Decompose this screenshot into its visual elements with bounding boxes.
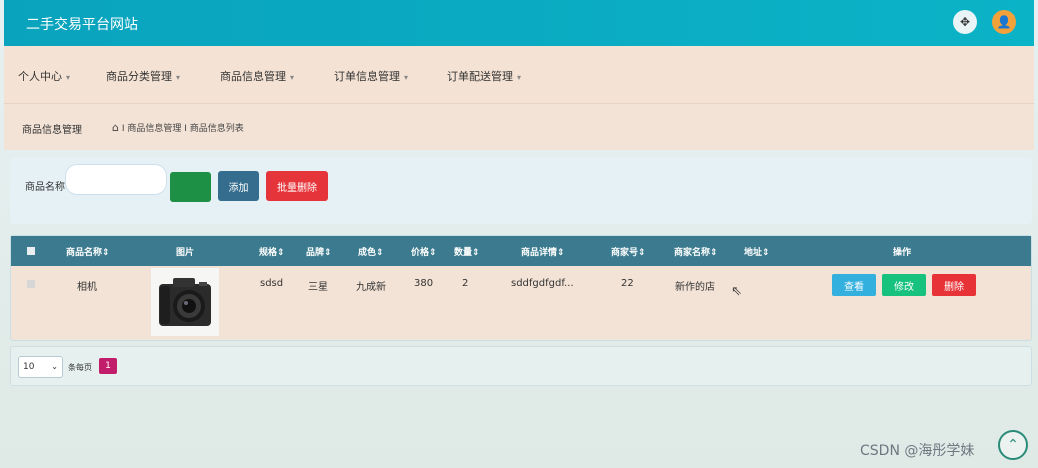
nav-item-delivery-management[interactable]: 订单配送管理 ▾: [447, 68, 521, 84]
nav-item-product-management[interactable]: 商品信息管理 ▾: [220, 68, 294, 84]
pagination: 10 ⌄ 条每页 1: [10, 346, 1032, 386]
nav-label: 订单信息管理: [334, 70, 400, 83]
column-header[interactable]: 规格⇕: [259, 245, 285, 258]
cell-spec: sdsd: [260, 278, 284, 289]
main-nav: 个人中心 ▾ 商品分类管理 ▾ 商品信息管理 ▾ 订单信息管理 ▾ 订单配送管理 ▾: [4, 46, 1034, 104]
nav-item-order-management[interactable]: 订单信息管理 ▾: [334, 68, 408, 84]
page-size-value: 10: [23, 362, 35, 372]
nav-item-category-management[interactable]: 商品分类管理 ▾: [106, 68, 180, 84]
column-header[interactable]: 成色⇕: [358, 245, 384, 258]
nav-label: 商品信息管理: [220, 70, 286, 83]
caret-down-icon: ▾: [404, 73, 409, 82]
per-page-label: 条每页: [68, 363, 92, 372]
edit-button[interactable]: 修改: [882, 274, 926, 296]
cell-price: 380: [414, 278, 434, 289]
column-header[interactable]: 商家号⇕: [611, 245, 646, 258]
cell-brand: 三星: [308, 282, 328, 293]
cell-detail: sddfgdfgdf...: [511, 278, 574, 289]
nav-label: 商品分类管理: [106, 70, 172, 83]
column-header: 图片: [176, 248, 195, 258]
page-number-current[interactable]: 1: [99, 358, 117, 374]
cell-name: 相机: [77, 282, 97, 293]
page-size-select[interactable]: 10 ⌄: [18, 356, 63, 378]
view-button[interactable]: 查看: [832, 274, 876, 296]
column-header[interactable]: 地址⇕: [744, 245, 770, 258]
breadcrumb-bar: 商品信息管理 ⌂ I 商品信息管理 I 商品信息列表: [4, 104, 1034, 150]
cell-quantity: 2: [462, 278, 469, 289]
caret-down-icon: ▾: [290, 73, 295, 82]
cell-merchant-no: 22: [621, 278, 634, 289]
delete-button[interactable]: 删除: [932, 274, 976, 296]
top-header: 二手交易平台网站 ✥ 👤: [4, 0, 1034, 46]
mouse-cursor-icon: ⇖: [731, 284, 742, 299]
chevron-down-icon: ⌄: [51, 362, 58, 371]
home-icon[interactable]: ⌂: [112, 121, 119, 134]
column-header[interactable]: 品牌⇕: [306, 245, 332, 258]
watermark: CSDN @海彤学妹: [860, 443, 975, 459]
breadcrumb: ⌂ I 商品信息管理 I 商品信息列表: [112, 121, 244, 134]
search-input[interactable]: [65, 164, 167, 195]
search-panel: 商品名称 查询 添加 批量删除: [10, 158, 1032, 224]
column-header[interactable]: 价格⇕: [411, 245, 437, 258]
select-all-checkbox[interactable]: [27, 247, 35, 255]
user-avatar-icon[interactable]: 👤: [992, 10, 1016, 34]
nav-item-personal-center[interactable]: 个人中心 ▾: [18, 68, 70, 84]
column-header[interactable]: 数量⇕: [454, 245, 480, 258]
product-table: 商品名称⇕ 图片 规格⇕ 品牌⇕ 成色⇕ 价格⇕ 数量⇕ 商品详情⇕ 商家号⇕ …: [10, 235, 1032, 341]
caret-down-icon: ▾: [176, 73, 181, 82]
search-button[interactable]: 查询: [170, 172, 211, 202]
scroll-to-top-button[interactable]: ⌃: [998, 430, 1028, 460]
batch-delete-button[interactable]: 批量删除: [266, 171, 328, 201]
column-header[interactable]: 商家名称⇕: [674, 245, 718, 258]
breadcrumb-path[interactable]: I 商品信息管理 I 商品信息列表: [122, 124, 244, 134]
search-label: 商品名称: [25, 182, 65, 193]
camera-icon: [159, 278, 211, 326]
column-header[interactable]: 商品详情⇕: [521, 245, 565, 258]
cell-merchant-name: 新作的店: [675, 282, 715, 293]
column-header: 操作: [893, 248, 912, 258]
table-header: 商品名称⇕ 图片 规格⇕ 品牌⇕ 成色⇕ 价格⇕ 数量⇕ 商品详情⇕ 商家号⇕ …: [11, 236, 1031, 266]
column-header[interactable]: 商品名称⇕: [66, 245, 110, 258]
caret-down-icon: ▾: [517, 73, 522, 82]
caret-down-icon: ▾: [66, 73, 71, 82]
nav-label: 订单配送管理: [447, 70, 513, 83]
nav-label: 个人中心: [18, 70, 62, 83]
page-title: 商品信息管理: [22, 125, 82, 136]
cell-condition: 九成新: [356, 282, 386, 293]
expand-arrows-icon[interactable]: ✥: [953, 10, 977, 34]
add-button[interactable]: 添加: [218, 171, 259, 201]
product-image: [151, 268, 219, 336]
site-title: 二手交易平台网站: [26, 17, 138, 33]
row-checkbox[interactable]: [27, 280, 35, 288]
